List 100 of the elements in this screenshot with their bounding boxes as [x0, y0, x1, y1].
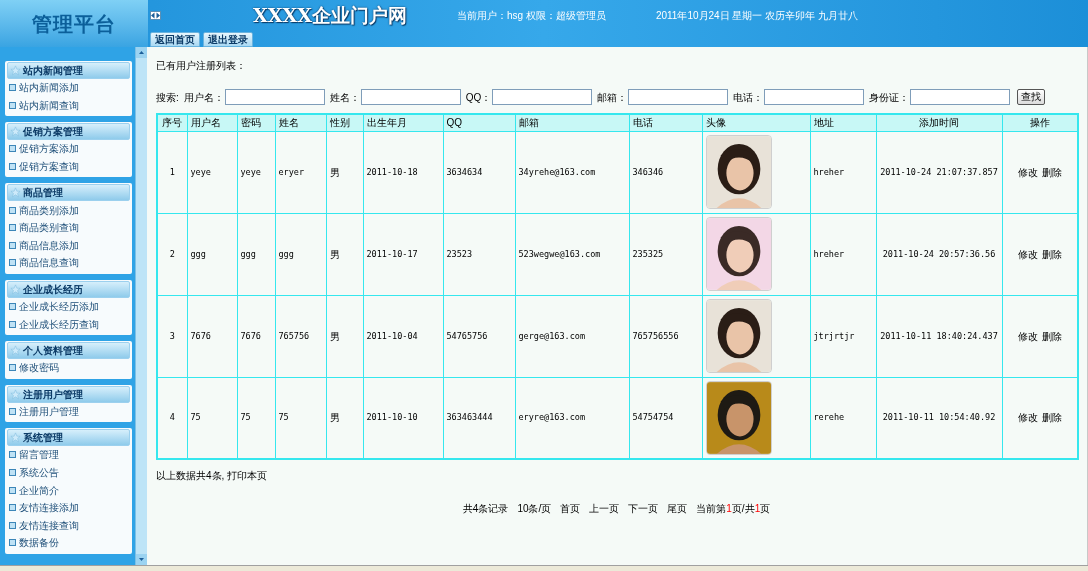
column-header: 用户名 [187, 114, 237, 131]
input-field[interactable] [224, 89, 325, 105]
action-link[interactable]: 删除 [1041, 164, 1062, 180]
menu-item[interactable]: 促销方案添加 [19, 141, 79, 157]
menu-group-title: 商品管理 [23, 186, 63, 201]
scroll-down-icon[interactable] [136, 554, 147, 565]
menu-group-header[interactable]: 个人资料管理 [7, 341, 130, 359]
menu-group-title: 系统管理 [23, 431, 63, 446]
action-link[interactable]: 修改 [1017, 164, 1038, 180]
bullet-icon [9, 259, 16, 267]
column-header: 添加时间 [876, 114, 1002, 131]
date-text: 2011年10月24日 星期一 农历辛卯年 九月廿八 [655, 9, 858, 23]
table-cell: 54765756 [443, 295, 515, 377]
nav-tab[interactable]: 退出登录 [203, 32, 253, 47]
table-cell: 2 [157, 213, 187, 295]
menu-item[interactable]: 修改密码 [19, 360, 59, 376]
menu-item[interactable]: 企业成长经历添加 [19, 299, 99, 315]
bullet-icon [9, 521, 16, 529]
menu-item[interactable]: 站内新闻查询 [19, 97, 79, 113]
star-icon [10, 65, 21, 76]
print-link[interactable]: 打印本页 [227, 468, 268, 483]
column-header: 头像 [702, 114, 810, 131]
collapse-icon[interactable] [150, 11, 161, 20]
input-field[interactable] [910, 89, 1011, 105]
field-label: QQ： [465, 90, 492, 105]
bullet-icon [9, 241, 16, 249]
table-cell: 2011-10-04 [363, 295, 443, 377]
menu-item[interactable]: 注册用户管理 [19, 403, 79, 419]
table-cell: 男 [326, 131, 363, 213]
menu-item[interactable]: 商品类别添加 [19, 202, 79, 218]
menu-item[interactable]: 商品信息查询 [19, 255, 79, 271]
field-label: 电话： [733, 90, 764, 105]
table-cell: 23523 [443, 213, 515, 295]
menu-item[interactable]: 企业成长经历查询 [19, 316, 99, 332]
menu-group-title: 促销方案管理 [23, 125, 83, 140]
bullet-icon [9, 451, 16, 459]
table-cell: 2011-10-11 18:40:24.437 [876, 295, 1002, 377]
menu-item[interactable]: 友情连接查询 [19, 517, 79, 533]
table-cell: 2011-10-17 [363, 213, 443, 295]
scroll-up-icon[interactable] [136, 47, 147, 58]
action-link[interactable]: 修改 [1017, 410, 1038, 426]
star-icon [10, 187, 21, 199]
star-icon [10, 432, 21, 444]
field-label: 邮箱： [597, 90, 628, 105]
action-link[interactable]: 删除 [1041, 410, 1062, 426]
menu-item[interactable]: 促销方案查询 [19, 159, 79, 175]
bullet-icon [9, 320, 16, 328]
menu-group-header[interactable]: 企业成长经历 [7, 280, 130, 298]
table-cell: yeye [187, 131, 237, 213]
table-cell: yeye [237, 131, 275, 213]
star-icon [10, 126, 21, 138]
column-header: 密码 [237, 114, 275, 131]
pagination-item[interactable]: 尾页 [667, 501, 688, 516]
action-link[interactable]: 删除 [1041, 328, 1062, 344]
table-cell: 男 [326, 295, 363, 377]
input-field[interactable] [492, 89, 593, 105]
table-cell: 3 [157, 295, 187, 377]
table-cell: 235325 [629, 213, 702, 295]
bullet-icon [9, 163, 16, 171]
pagination-item: 共4条记录 [462, 502, 509, 516]
pagination-item[interactable]: 上一页 [589, 501, 620, 516]
input-field[interactable] [764, 89, 865, 105]
menu-item[interactable]: 数据备份 [19, 535, 59, 551]
menu-group-title: 站内新闻管理 [23, 64, 83, 78]
menu-item[interactable]: 商品类别查询 [19, 220, 79, 236]
bullet-icon [9, 486, 16, 494]
input-field[interactable] [360, 89, 461, 105]
menu-item[interactable]: 站内新闻添加 [19, 80, 79, 96]
input-field[interactable] [628, 89, 729, 105]
field-label: 姓名： [329, 90, 360, 105]
menu-item[interactable]: 友情连接添加 [19, 500, 79, 516]
action-link[interactable]: 修改 [1017, 328, 1038, 344]
table-cell: 346346 [629, 131, 702, 213]
star-icon [10, 283, 21, 295]
search-button[interactable]: 查找 [1017, 89, 1046, 105]
table-cell: 2011-10-24 21:07:37.857 [876, 131, 1002, 213]
table-cell: hreher [810, 131, 876, 213]
menu-group-header[interactable]: 站内新闻管理 [7, 62, 130, 79]
action-link[interactable]: 删除 [1041, 246, 1062, 262]
menu-item[interactable]: 企业简介 [19, 482, 59, 498]
menu-item[interactable]: 商品信息添加 [19, 237, 79, 253]
menu-group-header[interactable]: 注册用户管理 [7, 385, 130, 403]
menu-group-header[interactable]: 商品管理 [7, 184, 130, 202]
menu-group-header[interactable]: 系统管理 [7, 429, 130, 447]
menu-item[interactable]: 留言管理 [19, 447, 59, 463]
pagination-item[interactable]: 首页 [560, 501, 581, 516]
nav-tab[interactable]: 返回首页 [150, 32, 200, 47]
action-link[interactable]: 修改 [1017, 246, 1038, 262]
pagination-item[interactable]: 下一页 [628, 501, 659, 516]
table-cell: 34yrehe@163.com [515, 131, 629, 213]
menu-group-title: 注册用户管理 [23, 387, 83, 402]
pagination-item: 10条/页 [517, 502, 552, 516]
menu-item[interactable]: 系统公告 [19, 465, 59, 480]
column-header: 电话 [629, 114, 702, 131]
scrollbar[interactable] [135, 47, 147, 565]
menu-group-header[interactable]: 促销方案管理 [7, 123, 130, 141]
table-cell: ggg [187, 213, 237, 295]
bullet-icon [9, 504, 16, 512]
bullet-icon [9, 224, 16, 232]
table-cell: ggg [275, 213, 326, 295]
